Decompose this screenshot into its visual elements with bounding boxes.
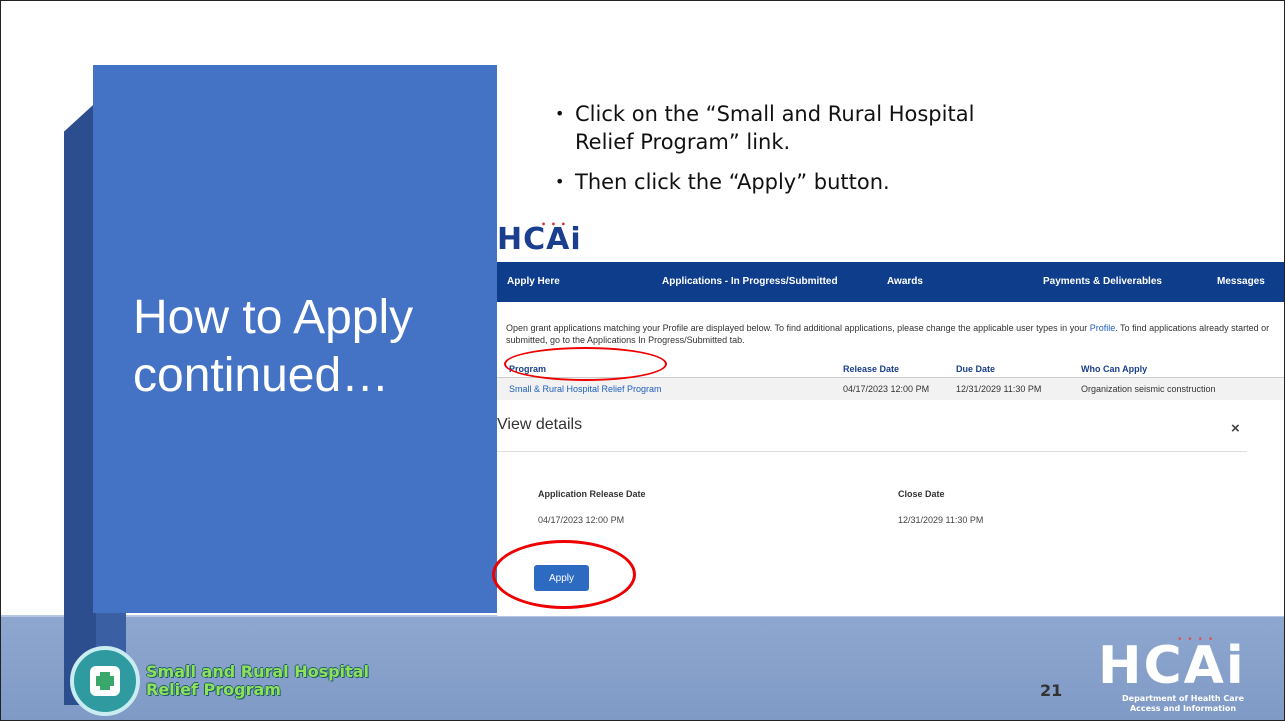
due-date-cell: 12/31/2029 11:30 PM bbox=[956, 384, 1042, 394]
bullet-item: • Click on the “Small and Rural Hospital… bbox=[555, 100, 1015, 156]
bullet-dot-icon: • bbox=[555, 104, 565, 123]
program-logo-text: Small and Rural Hospital Relief Program bbox=[146, 663, 369, 699]
hcai-logo-letters: HCAi bbox=[1098, 636, 1246, 696]
program-link-highlight-ring bbox=[504, 347, 667, 381]
bullet-text: Click on the “Small and Rural Hospital R… bbox=[575, 102, 975, 154]
program-logo: Small and Rural Hospital Relief Program bbox=[70, 646, 369, 716]
bullet-dot-icon: • bbox=[555, 172, 565, 191]
release-date-cell: 04/17/2023 12:00 PM bbox=[843, 384, 930, 394]
close-icon[interactable]: × bbox=[1231, 420, 1240, 437]
release-date-value: 04/17/2023 12:00 PM bbox=[538, 515, 625, 525]
hcai-logo-subtitle: Department of Health Care Access and Inf… bbox=[1122, 694, 1244, 713]
portal-navbar: Apply Here Applications - In Progress/Su… bbox=[497, 262, 1285, 302]
close-date-value: 12/31/2029 11:30 PM bbox=[898, 515, 984, 525]
table-row: Small & Rural Hospital Relief Program 04… bbox=[497, 378, 1285, 400]
close-date-label: Close Date bbox=[898, 489, 945, 499]
program-logo-line2: Relief Program bbox=[146, 680, 281, 699]
title-panel: How to Apply continued… bbox=[93, 65, 497, 613]
nav-awards[interactable]: Awards bbox=[887, 276, 923, 287]
intro-text: Open grant applications matching your Pr… bbox=[506, 322, 1281, 346]
who-can-apply-cell: Organization seismic construction bbox=[1081, 384, 1216, 394]
nav-messages[interactable]: Messages bbox=[1217, 276, 1265, 287]
col-release-date: Release Date bbox=[843, 364, 900, 374]
details-divider bbox=[497, 451, 1247, 452]
program-logo-line1: Small and Rural Hospital bbox=[146, 662, 369, 681]
bullet-text: Then click the “Apply” button. bbox=[575, 170, 890, 194]
release-date-label: Application Release Date bbox=[538, 489, 646, 499]
view-details-title: View details bbox=[497, 416, 583, 433]
col-who-can-apply: Who Can Apply bbox=[1081, 364, 1148, 374]
apply-button-highlight-ring bbox=[492, 540, 636, 609]
program-link[interactable]: Small & Rural Hospital Relief Program bbox=[509, 384, 662, 394]
medical-cross-icon bbox=[96, 676, 114, 686]
bullet-list: • Click on the “Small and Rural Hospital… bbox=[555, 100, 1015, 208]
hcai-logo-text: HCAi bbox=[497, 222, 582, 257]
slide-title: How to Apply continued… bbox=[133, 291, 414, 402]
intro-text-start: Open grant applications matching your Pr… bbox=[506, 323, 1090, 333]
col-due-date: Due Date bbox=[956, 364, 996, 374]
page-number: 21 bbox=[1040, 681, 1063, 700]
nav-apply-here[interactable]: Apply Here bbox=[507, 276, 560, 287]
bullet-item: • Then click the “Apply” button. bbox=[555, 168, 1015, 196]
hcai-logo: • • • • HCAi Department of Health Care A… bbox=[1098, 634, 1268, 714]
hcai-header-logo: HCAi • • • bbox=[497, 220, 582, 257]
hospital-icon bbox=[70, 646, 140, 716]
profile-link[interactable]: Profile bbox=[1090, 323, 1116, 333]
logo-arc-icon: • • • • bbox=[1178, 634, 1215, 645]
logo-arc-icon: • • • bbox=[541, 220, 567, 229]
nav-applications-in-progress[interactable]: Applications - In Progress/Submitted bbox=[662, 276, 838, 287]
nav-payments-deliverables[interactable]: Payments & Deliverables bbox=[1043, 276, 1162, 287]
